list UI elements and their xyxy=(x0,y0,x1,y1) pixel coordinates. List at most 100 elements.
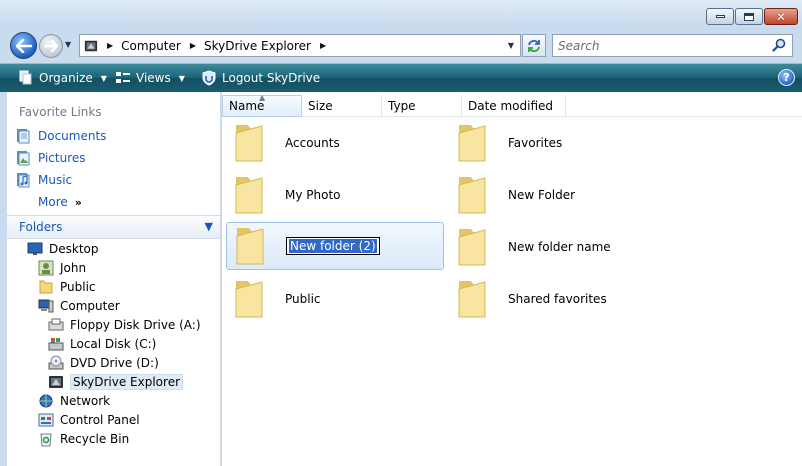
breadcrumb-arrow-icon[interactable]: ▶ xyxy=(190,41,196,50)
chevron-down-icon: ▼ xyxy=(178,73,185,83)
music-icon xyxy=(17,173,30,188)
folders-header-label: Folders xyxy=(19,220,63,234)
tree-item-label: John xyxy=(60,261,87,275)
tree-item-label: Recycle Bin xyxy=(60,432,130,446)
maximize-icon xyxy=(744,12,754,21)
close-button[interactable]: ✕ xyxy=(764,8,798,25)
views-icon xyxy=(116,72,130,83)
favorite-links-more[interactable]: More » xyxy=(38,193,82,211)
organize-label: Organize xyxy=(39,71,93,85)
folder-item-label: New Folder xyxy=(508,188,576,202)
tree-item-label: DVD Drive (D:) xyxy=(70,356,159,370)
minimize-icon xyxy=(715,15,725,18)
folder-item[interactable]: New Folder xyxy=(449,171,667,219)
navigation-bar: ▼ ▶ Computer ▶ SkyDrive Explorer ▶ ▼ xyxy=(0,30,802,60)
folder-item[interactable]: Favorites xyxy=(449,119,667,167)
navigation-pane: Favorite Links Documents Pictures Music … xyxy=(7,92,221,466)
column-header-date-modified[interactable]: Date modified xyxy=(462,95,566,117)
tree-item-label: SkyDrive Explorer xyxy=(70,374,184,390)
folder-item[interactable]: Shared favorites xyxy=(449,275,667,323)
help-icon: ? xyxy=(783,71,790,84)
forward-arrow-icon xyxy=(44,40,58,52)
tree-item-public[interactable]: Public xyxy=(38,278,96,296)
tree-item-local-disk[interactable]: Local Disk (C:) xyxy=(48,335,156,353)
folders-header[interactable]: Folders ▼ xyxy=(7,215,220,239)
maximize-button[interactable] xyxy=(735,8,763,25)
favorite-link-pictures[interactable]: Pictures xyxy=(15,149,86,167)
computer-icon xyxy=(38,299,54,313)
tree-item-label: Floppy Disk Drive (A:) xyxy=(70,318,201,332)
sort-ascending-icon: ▲ xyxy=(259,93,266,102)
skydrive-icon xyxy=(84,40,98,51)
breadcrumb: ▶ Computer ▶ SkyDrive Explorer ▶ xyxy=(98,39,334,53)
logout-skydrive-button[interactable]: Logout SkyDrive xyxy=(201,64,320,92)
rename-input[interactable]: New folder (2) xyxy=(286,237,380,255)
folder-icon xyxy=(235,177,263,214)
breadcrumb-skydrive-explorer[interactable]: SkyDrive Explorer xyxy=(204,39,311,53)
folder-item[interactable]: Public xyxy=(226,275,444,323)
documents-icon xyxy=(17,129,30,144)
tree-item-floppy-drive[interactable]: Floppy Disk Drive (A:) xyxy=(48,316,201,334)
logout-label: Logout SkyDrive xyxy=(222,71,321,85)
tree-item-network[interactable]: Network xyxy=(38,392,110,410)
breadcrumb-computer[interactable]: Computer xyxy=(121,39,181,53)
search-input[interactable] xyxy=(558,38,763,53)
folder-item[interactable]: Accounts xyxy=(226,119,444,167)
help-button[interactable]: ? xyxy=(778,69,795,86)
breadcrumb-arrow-icon[interactable]: ▶ xyxy=(107,41,113,50)
organize-menu[interactable]: Organize ▼ xyxy=(18,64,107,92)
tree-item-dvd-drive[interactable]: DVD Drive (D:) xyxy=(48,354,159,372)
rename-selected-text: New folder (2) xyxy=(289,239,377,253)
favorite-link-documents[interactable]: Documents xyxy=(15,127,106,145)
address-bar[interactable]: ▶ Computer ▶ SkyDrive Explorer ▶ ▼ xyxy=(79,34,521,57)
forward-button[interactable] xyxy=(39,34,63,58)
folder-item-renaming[interactable]: New folder (2) xyxy=(226,222,444,270)
folder-item[interactable]: My Photo xyxy=(226,171,444,219)
window-controls: ✕ xyxy=(706,8,798,25)
skydrive-icon xyxy=(49,376,63,388)
folder-item-label: Public xyxy=(285,292,321,306)
favorite-link-label: Pictures xyxy=(38,151,86,165)
breadcrumb-arrow-icon[interactable]: ▶ xyxy=(320,41,326,50)
folder-item-label: Accounts xyxy=(285,136,340,150)
address-dropdown[interactable]: ▼ xyxy=(503,36,519,55)
column-header-name[interactable]: ▲ Name xyxy=(222,93,302,117)
tree-item-label: Public xyxy=(60,280,96,294)
folder-icon xyxy=(458,125,486,162)
network-icon xyxy=(39,394,53,408)
tree-item-control-panel[interactable]: Control Panel xyxy=(38,411,140,429)
folder-icon xyxy=(235,281,263,318)
floppy-drive-icon xyxy=(48,318,64,331)
tree-item-john[interactable]: John xyxy=(38,259,86,277)
favorite-link-music[interactable]: Music xyxy=(15,171,72,189)
back-button[interactable] xyxy=(10,32,37,59)
tree-item-desktop[interactable]: Desktop xyxy=(27,240,99,258)
column-header-type[interactable]: Type xyxy=(382,95,462,117)
views-label: Views xyxy=(136,71,171,85)
tree-item-label: Network xyxy=(60,394,111,408)
hard-disk-icon xyxy=(48,338,64,351)
folder-item[interactable]: New folder name xyxy=(449,223,667,271)
refresh-button[interactable] xyxy=(522,34,546,57)
favorite-link-label: Documents xyxy=(38,129,107,143)
column-header-label: Size xyxy=(308,99,333,113)
tree-item-skydrive-explorer[interactable]: SkyDrive Explorer xyxy=(48,373,184,391)
favorite-links-header: Favorite Links xyxy=(19,105,102,119)
folder-icon xyxy=(458,177,486,214)
column-header-label: Type xyxy=(388,99,416,113)
folder-icon xyxy=(236,228,264,265)
search-box[interactable] xyxy=(552,34,793,57)
folder-item-label: Shared favorites xyxy=(508,292,607,306)
recent-pages-dropdown[interactable]: ▼ xyxy=(65,40,75,50)
recycle-bin-icon xyxy=(40,433,52,447)
folder-icon xyxy=(458,281,486,318)
search-icon xyxy=(772,38,786,52)
folder-item-label: New folder name xyxy=(508,240,611,254)
refresh-icon xyxy=(528,39,540,52)
file-list: ▲ Name Size Type Date modified Accounts … xyxy=(222,92,802,466)
column-header-size[interactable]: Size xyxy=(302,95,382,117)
minimize-button[interactable] xyxy=(706,8,734,25)
tree-item-computer[interactable]: Computer xyxy=(38,297,120,315)
views-menu[interactable]: Views ▼ xyxy=(115,64,185,92)
tree-item-recycle-bin[interactable]: Recycle Bin xyxy=(38,430,129,448)
